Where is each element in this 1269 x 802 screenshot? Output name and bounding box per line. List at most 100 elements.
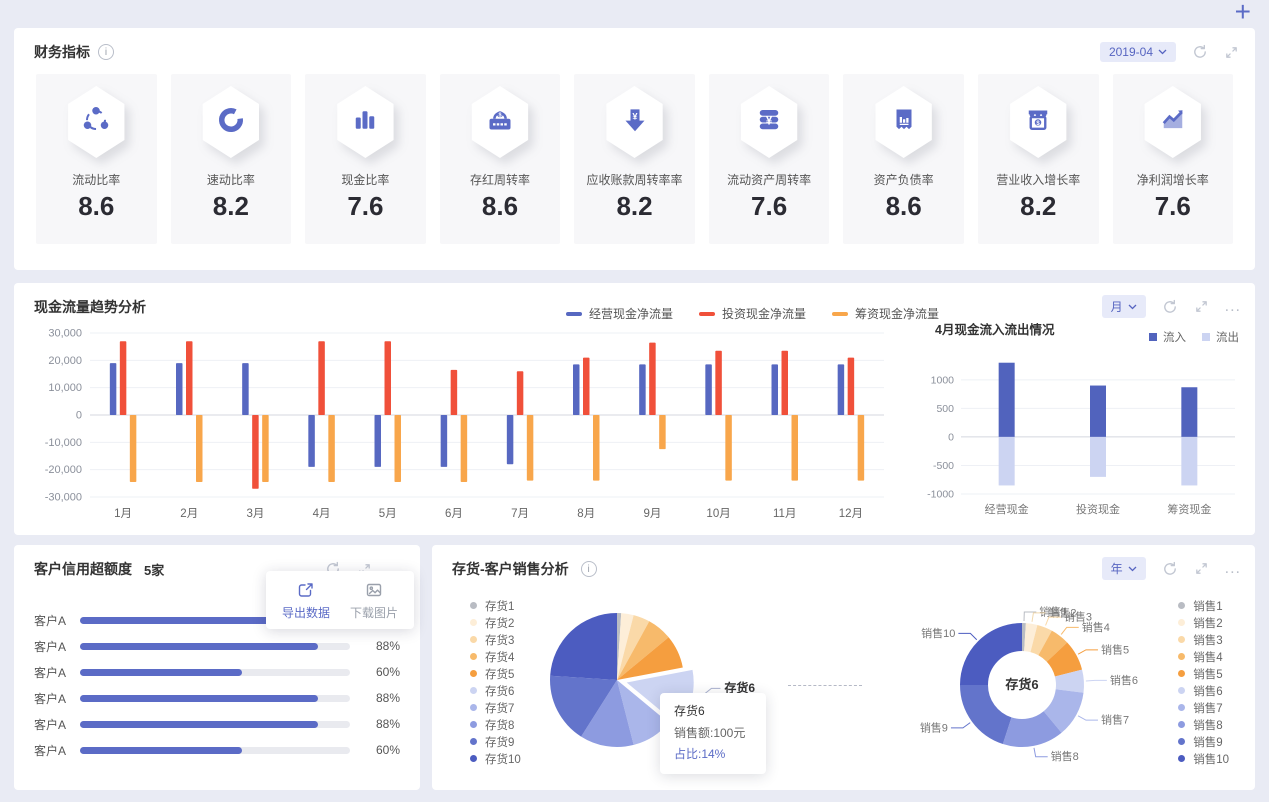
kpi-value: 8.2 [1020,191,1057,221]
kpi-card-6[interactable]: ¥ 流动资产周转率 7.6 [708,74,830,244]
legend-dot [1178,636,1186,643]
expand-icon[interactable] [1224,45,1239,60]
bar-经营现金净流量-4月 [308,415,315,467]
customer-label: 客户A [34,691,67,706]
kpi-card-5[interactable]: ¥ 应收账款周转率率 8.2 [574,74,695,244]
svg-text:0: 0 [76,410,82,422]
kpi-card-2[interactable]: 速动比率 8.2 [170,74,292,244]
svg-text:-20,000: -20,000 [45,464,82,476]
bar-经营现金净流量-3月 [242,363,249,415]
download-image-button[interactable]: 下载图片 [350,581,398,621]
svg-text:30,000: 30,000 [48,328,82,340]
kpi-value: 8.6 [481,191,519,221]
legend-item-销售10[interactable]: 销售10 [1178,750,1229,767]
bar-筹资现金净流量-10月 [725,415,732,481]
kpi-label: 速动比率 [206,173,255,187]
bar-筹资现金净流量-1月 [129,415,137,482]
legend-item-销售4[interactable]: 销售4 [1178,648,1229,665]
export-data-button[interactable]: 导出数据 [282,581,330,621]
bar-流出-经营现金 [998,436,1015,486]
yuan-down-arrow-icon: ¥ [620,105,650,140]
pie-slice-存货10[interactable] [550,613,617,680]
donut-slice-销售7[interactable] [1043,688,1084,733]
inventory-sales-panel: 存货-客户销售分析 i 年 ... 存货1 存货2 存货3 存货4 存货5 存货6 存货7 存… [432,545,1255,790]
kpi-value: 7.6 [751,191,788,221]
donut-slice-销售4[interactable] [1037,630,1068,663]
legend-item-销售3[interactable]: 销售3 [1178,631,1229,648]
bar-筹资现金净流量-5月 [394,415,401,482]
donut-slice-销售5[interactable] [1046,642,1083,678]
legend-label: 销售10 [1193,753,1229,766]
legend-dot [1178,602,1186,609]
svg-text:销售9: 销售9 [920,720,948,734]
inout-legend: 流入 流出 [1149,329,1239,345]
hexagon-badge [64,86,128,158]
kpi-label: 资产负债率 [873,173,934,187]
kpi-value: 8.6 [78,191,115,221]
cashflow-panel-title: 现金流量趋势分析 [34,299,146,315]
donut-slice-销售9[interactable] [960,684,1013,744]
kpi-card-4[interactable]: $ 存红周转率 8.6 [439,74,561,244]
legend-item-销售2[interactable]: 销售2 [1178,614,1229,631]
percent-value: 60% [375,665,400,679]
svg-text:¥: ¥ [632,111,638,121]
chevron-down-icon [1158,49,1167,55]
svg-text:销售4: 销售4 [1082,620,1110,634]
legend-item-销售5[interactable]: 销售5 [1178,665,1229,682]
credit-row-5: 客户A 88% [34,711,400,737]
info-icon[interactable]: i [580,561,597,577]
bar-投资现金净流量-9月 [649,342,656,415]
svg-text:8月: 8月 [577,508,595,520]
legend-item-销售8[interactable]: 销售8 [1178,716,1229,733]
legend-item-流出[interactable]: 流出 [1202,329,1239,345]
kpi-card-9[interactable]: 净利润增长率 7.6 [1112,74,1234,244]
svg-text:销售6: 销售6 [1110,673,1138,687]
credit-count-badge: 5家 [144,562,165,578]
legend-dot [1178,721,1186,728]
legend-item-销售1[interactable]: 销售1 [1178,597,1229,614]
kpi-card-7[interactable]: 资产负债率 8.6 [843,74,964,244]
refresh-icon[interactable] [1192,44,1208,60]
credit-row-3: 客户A 60% [34,659,400,685]
info-icon[interactable]: i [98,44,114,60]
hexagon-badge [1141,86,1205,158]
legend-item-销售6[interactable]: 销售6 [1178,682,1229,699]
svg-text:12月: 12月 [839,508,863,520]
export-icon [298,583,313,597]
svg-text:筹资现金: 筹资现金 [1167,502,1211,516]
cash-box-icon: $ [485,105,515,140]
bar-投资现金净流量-8月 [583,357,590,415]
bar-track [80,642,350,650]
legend-label: 销售1 [1193,600,1223,613]
kpi-card-3[interactable]: 现金比率 7.6 [305,74,426,244]
download-image-label: 下载图片 [349,606,398,620]
legend-dot [470,755,477,762]
legend-dot [470,738,477,745]
legend-item-流入[interactable]: 流入 [1149,329,1186,345]
donut-slice-销售8[interactable] [1002,710,1062,747]
legend-item-经营现金净流量[interactable]: 经营现金净流量 [566,305,673,322]
bar-筹资现金净流量-9月 [659,415,666,450]
donut-slice-销售3[interactable] [1030,624,1052,656]
add-widget-button[interactable]: + [1235,0,1251,28]
period-dropdown[interactable]: 2019-04 [1099,42,1176,62]
svg-text:20,000: 20,000 [48,355,82,367]
donut-slice-销售2[interactable] [1023,623,1038,653]
credit-bar-list: 客户A88%客户A88%客户A60%客户A88%客户A88%客户A60% [14,607,420,763]
legend-label: 销售4 [1193,651,1223,664]
legend-item-销售7[interactable]: 销售7 [1178,699,1229,716]
kpi-card-8[interactable]: $ 营业收入增长率 8.2 [977,74,1099,244]
donut-slice-销售6[interactable] [1054,669,1084,693]
hexagon-badge [333,86,397,158]
coin-stack-icon: ¥ [754,105,784,140]
percent-value: 60% [375,743,400,757]
bar-筹资现金净流量-11月 [791,415,798,481]
bar-流入-投资现金 [1090,385,1106,437]
legend-item-销售9[interactable]: 销售9 [1178,733,1229,750]
kpi-value: 8.2 [212,191,249,221]
hexagon-badge: ¥ [737,86,801,158]
legend-item-投资现金净流量[interactable]: 投资现金净流量 [699,305,806,322]
bar-投资现金净流量-7月 [516,371,524,415]
kpi-card-1[interactable]: 流动比率 8.6 [36,74,157,244]
more-icon[interactable]: ... [1225,560,1241,576]
